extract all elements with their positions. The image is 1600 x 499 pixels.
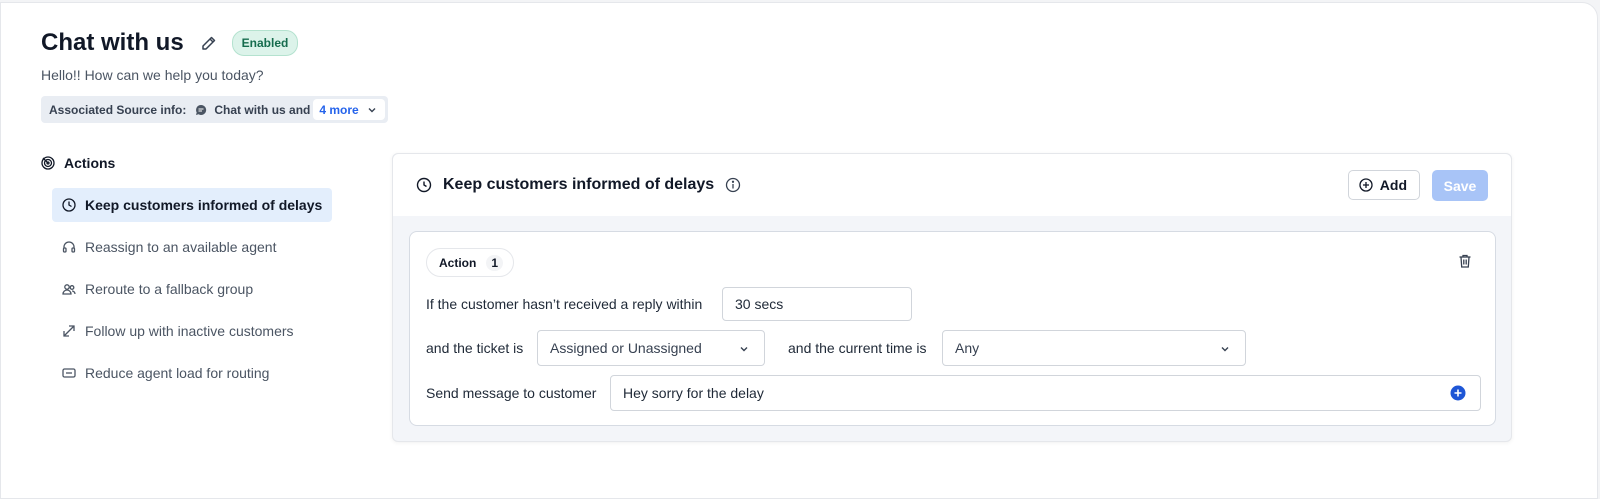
clock-icon — [62, 198, 76, 212]
group-icon — [62, 282, 76, 296]
panel-title: Keep customers informed of delays — [443, 176, 715, 193]
sidebar-action-list: Keep customers informed of delays Reassi… — [52, 188, 332, 398]
actions-heading-label: Actions — [64, 155, 116, 171]
action-panel: Keep customers informed of delays Add Sa… — [392, 153, 1512, 442]
sidebar-item-label: Reassign to an available agent — [85, 239, 277, 255]
reply-within-label: If the customer hasn’t received a reply … — [426, 296, 703, 312]
ticket-icon — [62, 366, 76, 380]
sidebar-item-reassign[interactable]: Reassign to an available agent — [52, 230, 332, 264]
reply-time-input[interactable]: 30 secs — [722, 287, 912, 321]
panel-header: Keep customers informed of delays Add Sa… — [393, 154, 1511, 216]
page-subtitle: Hello!! How can we help you today? — [41, 67, 264, 83]
pencil-icon[interactable] — [200, 34, 218, 52]
actions-heading: Actions — [41, 155, 115, 171]
associated-source-info: Associated Source info: Chat with us and… — [41, 96, 388, 123]
chevron-down-icon — [367, 105, 377, 115]
chat-icon — [195, 104, 207, 116]
action-label: Action — [439, 255, 477, 270]
sidebar-item-label: Follow up with inactive customers — [85, 323, 294, 339]
page-title: Chat with us — [41, 29, 184, 56]
add-button[interactable]: Add — [1347, 170, 1420, 200]
message-input[interactable]: Hey sorry for the delay — [610, 375, 1481, 411]
ticket-status-select[interactable]: Assigned or Unassigned — [537, 330, 765, 366]
current-time-select[interactable]: Any — [942, 330, 1246, 366]
sidebar-item-reroute[interactable]: Reroute to a fallback group — [52, 272, 332, 306]
sidebar-item-keep-informed[interactable]: Keep customers informed of delays — [52, 188, 332, 222]
current-time-label: and the current time is — [788, 340, 927, 356]
trash-icon[interactable] — [1457, 253, 1473, 269]
sidebar-item-reduce-load[interactable]: Reduce agent load for routing — [52, 356, 332, 390]
ticket-status-value: Assigned or Unassigned — [550, 340, 702, 356]
send-message-label: Send message to customer — [426, 385, 597, 401]
ticket-is-label: and the ticket is — [426, 340, 524, 356]
action-number: 1 — [486, 254, 504, 271]
actions-icon — [41, 156, 55, 170]
clock-icon — [416, 177, 432, 193]
message-input-value: Hey sorry for the delay — [623, 385, 764, 401]
source-info-label: Associated Source info: — [49, 102, 187, 117]
sidebar-item-label: Reduce agent load for routing — [85, 365, 270, 381]
chevron-down-icon — [1220, 344, 1230, 354]
more-sources-button[interactable]: 4 more — [313, 99, 385, 120]
headset-icon — [62, 240, 76, 254]
info-icon[interactable] — [725, 177, 741, 193]
current-time-value: Any — [955, 340, 980, 356]
sidebar-item-follow-up[interactable]: Follow up with inactive customers — [52, 314, 332, 348]
title-row: Chat with us Enabled — [41, 29, 299, 57]
more-sources-label: 4 more — [319, 102, 359, 117]
chevron-down-icon — [739, 344, 749, 354]
sidebar-item-label: Keep customers informed of delays — [85, 197, 323, 213]
action-card: Action 1 If the customer hasn’t received… — [409, 231, 1496, 426]
source-name: Chat with us and — [214, 102, 311, 117]
arrows-icon — [62, 324, 76, 338]
plus-circle-icon — [1359, 178, 1373, 192]
sidebar-item-label: Reroute to a fallback group — [85, 281, 254, 297]
action-pill: Action 1 — [426, 248, 515, 277]
page: Chat with us Enabled Hello!! How can we … — [0, 2, 1598, 499]
plus-circle-icon[interactable] — [1450, 385, 1466, 401]
save-button[interactable]: Save — [1432, 170, 1488, 201]
add-button-label: Add — [1379, 177, 1407, 193]
status-badge: Enabled — [231, 30, 299, 56]
